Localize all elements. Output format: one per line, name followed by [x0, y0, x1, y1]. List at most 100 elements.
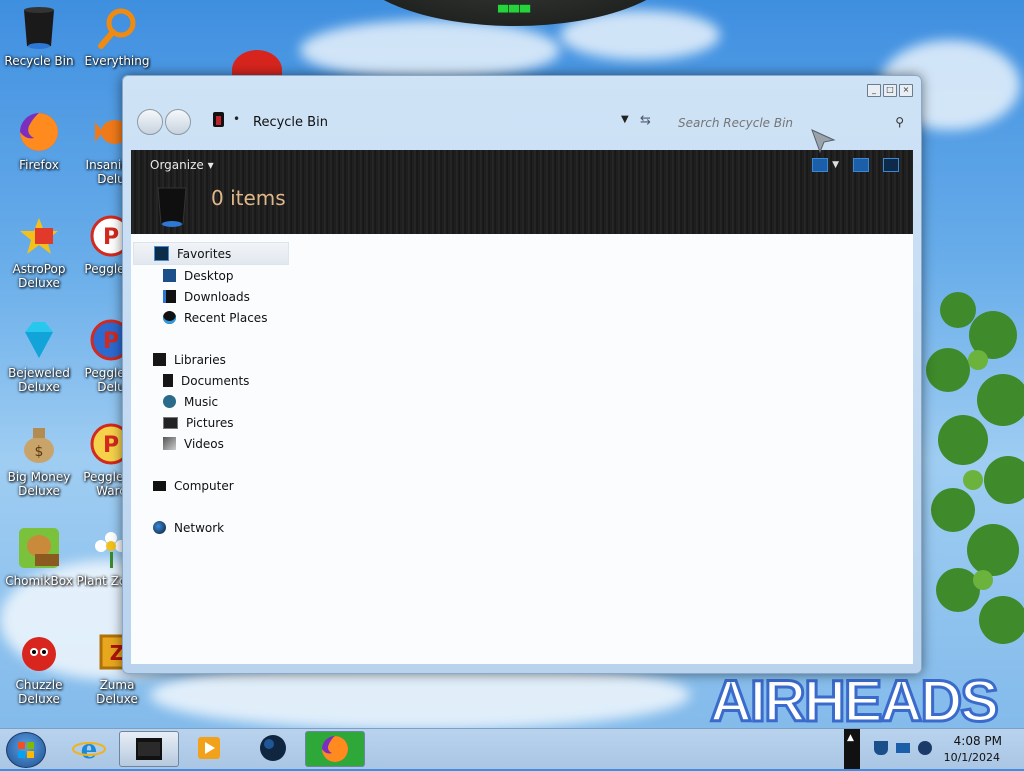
back-button[interactable] — [137, 109, 163, 135]
chuzzle-icon — [17, 630, 61, 674]
maximize-button[interactable]: □ — [883, 84, 897, 97]
nav-pictures[interactable]: Pictures — [133, 412, 293, 433]
svg-text:e: e — [81, 735, 98, 765]
close-button[interactable]: × — [899, 84, 913, 97]
nav-videos[interactable]: Videos — [133, 433, 293, 454]
astropop-icon — [17, 214, 61, 258]
desktop-icon-big-money[interactable]: $ Big Money Deluxe — [0, 422, 78, 498]
nav-label: Recent Places — [184, 310, 268, 325]
magnifier-icon — [95, 6, 139, 50]
taskbar-firefox[interactable] — [305, 731, 365, 767]
nav-label: Favorites — [177, 246, 232, 261]
nav-favorites[interactable]: Favorites — [133, 242, 289, 265]
nav-label: Network — [174, 520, 225, 535]
wallpaper-airheads-logo: AIRHEADS — [709, 668, 1001, 736]
svg-text:P: P — [103, 225, 119, 250]
content-area[interactable]: Favorites Desktop Downloads Recent Place… — [131, 234, 913, 664]
firefox-icon — [17, 110, 61, 154]
nav-label: Computer — [174, 478, 234, 493]
desktop-icon-label: Chuzzle Deluxe — [15, 678, 63, 706]
recent-places-icon — [163, 311, 176, 324]
action-center-icon[interactable] — [896, 743, 910, 753]
address-dropdown-icon[interactable]: ▼ — [621, 114, 629, 125]
refresh-icon[interactable]: ⇆ — [640, 113, 651, 128]
nav-desktop[interactable]: Desktop — [133, 265, 293, 286]
documents-icon — [163, 374, 173, 387]
desktop-icon-bejeweled[interactable]: Bejeweled Deluxe — [0, 318, 78, 394]
pictures-icon — [163, 416, 178, 429]
nav-label: Videos — [184, 436, 224, 451]
nav-label: Libraries — [174, 352, 226, 367]
taskbar-internet-explorer[interactable]: e — [60, 731, 118, 765]
nav-label: Pictures — [186, 415, 234, 430]
forward-button[interactable] — [165, 109, 191, 135]
taskbar-media-player[interactable] — [180, 731, 238, 765]
nav-libraries[interactable]: Libraries — [133, 349, 293, 370]
breadcrumb-recycle-bin[interactable]: Recycle Bin — [253, 115, 328, 130]
organize-button[interactable]: Organize ▾ — [150, 158, 214, 172]
internet-explorer-icon: e — [72, 735, 106, 765]
change-view-icon[interactable] — [812, 158, 829, 172]
desktop-icon-chomikbox[interactable]: ChomikBox — [0, 526, 78, 588]
shield-icon[interactable] — [874, 741, 888, 755]
desktop-icon-label: AstroPop Deluxe — [12, 262, 66, 290]
desktop-icon-label: ChomikBox — [5, 574, 73, 588]
search-input[interactable] — [678, 109, 910, 137]
windows-logo-icon — [18, 742, 34, 758]
view-buttons: ▼ — [812, 158, 899, 172]
nav-label: Desktop — [184, 268, 234, 283]
globe-icon — [260, 735, 286, 761]
computer-icon — [153, 480, 166, 491]
nav-label: Documents — [181, 373, 250, 388]
explorer-window[interactable]: _ □ × • Recycle Bin ▼ ⇆ ⚲ Organize ▾ ▼ 0… — [122, 75, 922, 674]
taskbar-explorer[interactable] — [119, 731, 179, 767]
diamond-icon — [17, 318, 61, 362]
taskbar-network[interactable] — [244, 731, 302, 765]
up-arrow-icon: ▲ — [847, 733, 854, 743]
view-dropdown-icon[interactable]: ▼ — [832, 160, 839, 170]
nav-network[interactable]: Network — [133, 517, 293, 538]
clock-time[interactable]: 4:08 PM — [954, 734, 1002, 748]
music-icon — [163, 395, 176, 408]
recycle-bin-large-icon — [156, 184, 188, 228]
item-count: 0 items — [211, 186, 286, 210]
desktop-icon-chuzzle[interactable]: Chuzzle Deluxe — [0, 630, 78, 706]
videos-icon — [163, 437, 176, 450]
nav-label: Music — [184, 394, 219, 409]
nav-recent-places[interactable]: Recent Places — [133, 307, 293, 328]
desktop-icon-label: Recycle Bin — [4, 54, 74, 68]
nav-documents[interactable]: Documents — [133, 370, 293, 391]
desktop-icon-astropop[interactable]: AstroPop Deluxe — [0, 214, 78, 290]
nav-downloads[interactable]: Downloads — [133, 286, 293, 307]
clock-date[interactable]: 10/1/2024 — [944, 751, 1000, 764]
money-bag-icon: $ — [17, 422, 61, 466]
nav-music[interactable]: Music — [133, 391, 293, 412]
nav-label: Downloads — [184, 289, 250, 304]
desktop-icon-label: Big Money Deluxe — [7, 470, 71, 498]
desktop-icon-firefox[interactable]: Firefox — [0, 110, 78, 172]
folder-icon — [136, 738, 162, 760]
downloads-icon — [163, 290, 176, 303]
svg-text:$: $ — [35, 444, 44, 460]
preview-pane-icon[interactable] — [853, 158, 869, 172]
organize-label: Organize — [150, 158, 204, 172]
mouse-cursor-icon — [811, 129, 836, 154]
desktop-icon — [163, 269, 176, 282]
search-icon[interactable]: ⚲ — [895, 115, 904, 129]
show-hidden-icons-button[interactable]: ▲ — [844, 729, 860, 769]
nav-computer[interactable]: Computer — [133, 475, 293, 496]
gadget-indicator: ▀▀▀ — [498, 6, 531, 21]
start-button[interactable] — [6, 732, 46, 768]
search-box[interactable]: ⚲ — [678, 109, 910, 137]
minimize-button[interactable]: _ — [867, 84, 881, 97]
desktop-icon-everything[interactable]: Everything — [78, 6, 156, 68]
media-player-icon — [198, 737, 220, 759]
system-tray: ▲ 4:08 PM 10/1/2024 — [844, 729, 1024, 769]
wallpaper-tree — [926, 292, 1024, 644]
firefox-icon — [322, 736, 348, 762]
help-icon[interactable] — [883, 158, 899, 172]
desktop-icon-recycle-bin[interactable]: Recycle Bin — [0, 6, 78, 68]
desktop-icon-label: Firefox — [19, 158, 59, 172]
volume-icon[interactable] — [918, 741, 932, 755]
svg-text:P: P — [103, 433, 119, 458]
